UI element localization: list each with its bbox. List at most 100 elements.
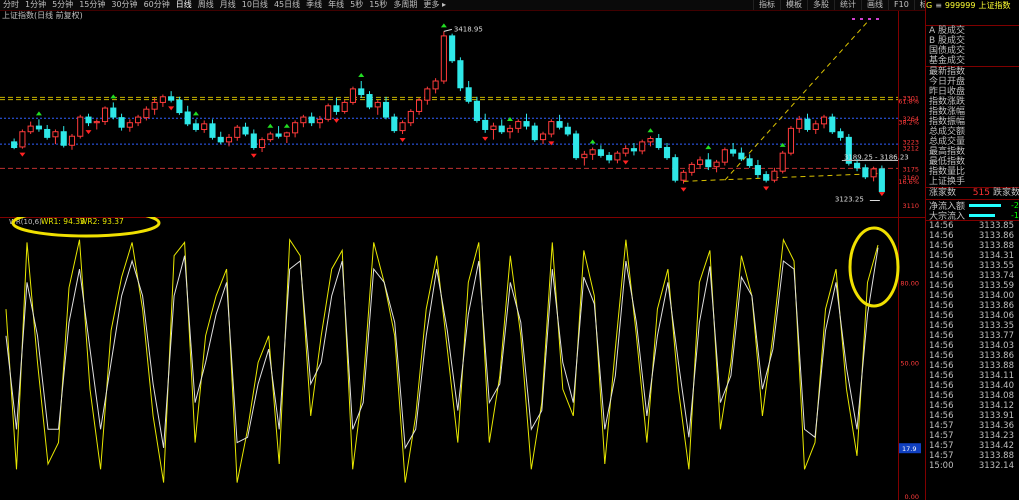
wr-axis-label: 17.9 bbox=[902, 445, 916, 453]
advance-decline: 涨家数 515 跌家数 bbox=[926, 187, 1019, 199]
tick-row: 14:57 3133.88 bbox=[929, 451, 1014, 461]
index-stats-list: 最新指数 今日开盘 昨日收盘 指数涨跌 指数涨幅 指数振幅 总成交额 总成交量 最高指数 最低指数… bbox=[926, 66, 1019, 187]
tick-row: 14:56 3133.88 bbox=[929, 361, 1014, 371]
tick-row: 14:56 3133.85 bbox=[929, 221, 1014, 231]
tick-row: 14:56 3134.11 bbox=[929, 371, 1014, 381]
candle bbox=[77, 114, 84, 139]
stat-row-2: 昨日收盘 bbox=[929, 87, 966, 97]
toolbar-button-5[interactable]: F10 bbox=[888, 0, 914, 10]
low-label: 3123.25 bbox=[835, 196, 864, 204]
tick-row: 14:56 3134.40 bbox=[929, 381, 1014, 391]
chart-title: 上证指数(日线 前复权) bbox=[2, 11, 83, 20]
stat-row-0: 最新指数 bbox=[929, 67, 966, 77]
tick-row: 14:57 3134.23 bbox=[929, 431, 1014, 441]
period-tab-0[interactable]: 分时 bbox=[0, 0, 22, 10]
flow-row-1: 大宗流入 -1 bbox=[926, 210, 1019, 222]
period-tab-10[interactable]: 45日线 bbox=[271, 0, 303, 10]
stat-row-0: A 股成交 bbox=[929, 26, 966, 36]
period-tab-13[interactable]: 5秒 bbox=[347, 0, 366, 10]
menu-icon[interactable]: ≡ bbox=[935, 1, 942, 10]
period-tab-3[interactable]: 15分钟 bbox=[76, 0, 108, 10]
period-tab-11[interactable]: 季线 bbox=[303, 0, 325, 10]
wr1-value: WR1: 94.33 bbox=[41, 217, 85, 226]
stat-row-6: 总成交额 bbox=[929, 127, 966, 137]
security-name: 上证指数 bbox=[978, 1, 1011, 10]
high-label: 3418.95 bbox=[454, 25, 483, 33]
range-label: 3189.25 - 3186.23 bbox=[844, 153, 909, 161]
marker-dot bbox=[876, 18, 879, 20]
tick-row: 15:00 3132.14 bbox=[929, 461, 1014, 471]
price-axis-label: 3175 bbox=[902, 165, 919, 173]
toolbar-button-0[interactable]: 指标 bbox=[753, 0, 780, 10]
candle bbox=[829, 113, 836, 134]
tick-row: 14:56 3133.86 bbox=[929, 301, 1014, 311]
marker-dot bbox=[860, 18, 863, 20]
price-axis-label: 16.6% bbox=[898, 178, 919, 186]
period-tab-12[interactable]: 年线 bbox=[325, 0, 347, 10]
period-tab-14[interactable]: 15秒 bbox=[366, 0, 390, 10]
security-code: 999999 bbox=[944, 1, 976, 10]
period-tab-6[interactable]: 日线 bbox=[173, 0, 195, 10]
price-axis-label: 3212 bbox=[902, 145, 919, 153]
flow-bar bbox=[969, 203, 1002, 207]
flow-value: -2 bbox=[1011, 200, 1019, 210]
candle bbox=[341, 100, 348, 114]
stat-row-1: B 股成交 bbox=[929, 36, 966, 46]
flow-label: 大宗流入 bbox=[929, 211, 966, 222]
toolbar-button-1[interactable]: 模板 bbox=[780, 0, 807, 10]
wr-axis-label: 80.00 bbox=[900, 279, 919, 287]
candle bbox=[449, 33, 456, 63]
candle bbox=[787, 126, 795, 156]
candle bbox=[349, 86, 357, 105]
candlestick-chart[interactable]: 上证指数(日线 前复权) 330161.8%326438.2%322332123… bbox=[0, 11, 925, 217]
period-tab-1[interactable]: 1分钟 bbox=[22, 0, 49, 10]
stat-row-8: 最高指数 bbox=[929, 147, 966, 157]
tick-list[interactable]: 14:56 3133.85 14:56 3133.86 14:56 3133.88 14:5… bbox=[926, 220, 1019, 471]
tick-row: 14:56 3133.77 bbox=[929, 331, 1014, 341]
period-tab-15[interactable]: 多周期 bbox=[390, 0, 420, 10]
capital-flow: 净流入额 -2 大宗流入 -1 bbox=[926, 199, 1019, 222]
market-volume-list: A 股成交 B 股成交 国债成交 基金成交 bbox=[926, 25, 1019, 66]
tick-row: 14:56 3134.31 bbox=[929, 251, 1014, 261]
period-tab-9[interactable]: 10日线 bbox=[239, 0, 271, 10]
tick-row: 14:56 3134.12 bbox=[929, 401, 1014, 411]
stat-row-2: 国债成交 bbox=[929, 46, 966, 56]
wr-indicator-chart[interactable]: 80.00 50.00 17.9 0.00 WR(10,6) WR1: 94.33 W… bbox=[0, 217, 925, 500]
period-tab-4[interactable]: 30分钟 bbox=[108, 0, 140, 10]
quote-panel: G ≡ 999999 上证指数 A 股成交 B 股成交 国债成交 基金成交 最新指数今… bbox=[925, 0, 1019, 500]
tick-row: 14:56 3134.06 bbox=[929, 311, 1014, 321]
stat-row-3: 指数涨跌 bbox=[929, 97, 966, 107]
candle bbox=[440, 31, 447, 84]
price-axis-label: 38.2% bbox=[898, 119, 919, 127]
tick-row: 14:57 3134.42 bbox=[929, 441, 1014, 451]
period-tab-16[interactable]: 更多 ▸ bbox=[420, 0, 449, 10]
price-axis-label: 3110 bbox=[902, 202, 919, 210]
marker-dot bbox=[868, 18, 871, 20]
period-tab-2[interactable]: 5分钟 bbox=[49, 0, 76, 10]
stat-row-4: 指数涨幅 bbox=[929, 107, 966, 117]
wr2-value: WR2: 93.37 bbox=[80, 217, 124, 226]
candle bbox=[19, 129, 26, 149]
stat-row-3: 基金成交 bbox=[929, 56, 966, 66]
tick-row: 14:56 3133.35 bbox=[929, 321, 1014, 331]
group-badge: G bbox=[926, 1, 933, 10]
tick-row: 14:56 3134.00 bbox=[929, 291, 1014, 301]
toolbar-button-4[interactable]: 画线 bbox=[861, 0, 888, 10]
tick-row: 14:56 3133.59 bbox=[929, 281, 1014, 291]
marker-dot bbox=[852, 18, 855, 20]
candle bbox=[779, 150, 786, 174]
wr-header: WR(10,6) WR1: 94.33 WR2: 93.37 bbox=[9, 217, 124, 226]
tick-row: 14:57 3134.36 bbox=[929, 421, 1014, 431]
wr-axis-label: 0.00 bbox=[905, 493, 919, 500]
toolbar-button-2[interactable]: 多股 bbox=[807, 0, 834, 10]
period-tab-8[interactable]: 月线 bbox=[217, 0, 239, 10]
tick-row: 14:56 3134.03 bbox=[929, 341, 1014, 351]
period-tab-5[interactable]: 60分钟 bbox=[141, 0, 173, 10]
candle bbox=[325, 103, 332, 122]
tick-row: 14:56 3133.74 bbox=[929, 271, 1014, 281]
candle bbox=[672, 154, 679, 183]
period-tab-7[interactable]: 周线 bbox=[195, 0, 217, 10]
toolbar-button-3[interactable]: 统计 bbox=[834, 0, 861, 10]
tick-row: 14:56 3133.86 bbox=[929, 231, 1014, 241]
tick-row: 14:56 3133.91 bbox=[929, 411, 1014, 421]
